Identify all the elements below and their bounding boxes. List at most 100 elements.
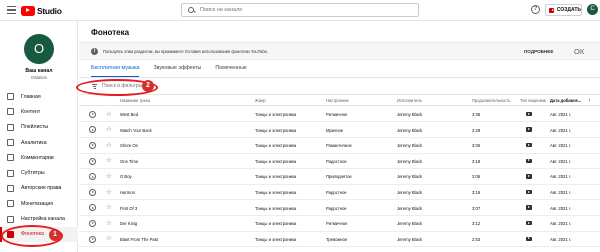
- play-icon[interactable]: [89, 188, 96, 196]
- play-icon[interactable]: [89, 141, 96, 149]
- sidebar-item-label: Субтитры: [21, 170, 45, 177]
- star-icon[interactable]: ☆: [106, 173, 112, 180]
- sidebar-item-label: Монетизация: [21, 200, 54, 207]
- logo-text: Studio: [37, 5, 62, 16]
- play-icon[interactable]: [89, 204, 96, 212]
- cell-mood: Радостное: [326, 190, 347, 195]
- search-input[interactable]: [200, 7, 400, 13]
- cell-artist: Jeremy Black: [397, 221, 423, 227]
- create-button-label: СОЗДАТЬ: [556, 7, 581, 13]
- hamburger-menu-icon[interactable]: [7, 6, 16, 14]
- star-icon[interactable]: ☆: [106, 235, 112, 242]
- content-icon: [7, 108, 14, 116]
- create-button[interactable]: СОЗДАТЬ: [545, 4, 582, 16]
- cell-mood: Мрачное: [326, 127, 344, 133]
- sort-down-icon[interactable]: ↓: [588, 97, 591, 103]
- table-row[interactable]: ☆ One Time Танцы и электроника Радостное Jer…: [79, 154, 600, 170]
- channel-avatar[interactable]: O: [24, 34, 54, 64]
- cell-name: Watch Your Back: [120, 127, 152, 133]
- star-icon[interactable]: ☆: [106, 220, 112, 227]
- help-icon[interactable]: ?: [531, 5, 540, 14]
- play-icon[interactable]: [89, 126, 96, 134]
- tab-1[interactable]: Звуковые эффекты: [153, 65, 201, 77]
- sidebar-item-dashboard[interactable]: Главная: [0, 89, 78, 104]
- star-icon[interactable]: ☆: [106, 142, 112, 149]
- sidebar-item-content[interactable]: Контент: [0, 104, 78, 119]
- youtube-license-icon: [526, 189, 532, 195]
- table-row[interactable]: ☆ First Of 3 Танцы и электроника Радостное J…: [79, 201, 600, 216]
- table-row[interactable]: ☆ Shore On Танцы и электроника Романтичное J…: [79, 138, 600, 154]
- cell-genre: Танцы и электроника: [255, 143, 297, 149]
- close-notice-button[interactable]: ОК: [574, 47, 584, 56]
- star-icon[interactable]: ☆: [106, 157, 112, 164]
- header-date-added[interactable]: Дата добавле...: [550, 98, 581, 103]
- channel-search[interactable]: [181, 3, 419, 17]
- search-icon[interactable]: [188, 6, 195, 14]
- cell-date: Авг. 2021 г.: [550, 158, 572, 164]
- cell-name: West Bed: [120, 112, 139, 117]
- header-license[interactable]: Тип лицензии: [520, 98, 546, 103]
- cell-duration: 3:06: [472, 174, 481, 180]
- play-icon[interactable]: [89, 157, 96, 165]
- cell-duration: 2:53: [472, 236, 481, 242]
- header-artist[interactable]: Исполнитель: [397, 98, 422, 103]
- table-row[interactable]: ☆ Watch Your Back Танцы и электроника Мрачн…: [79, 123, 600, 138]
- star-icon[interactable]: ☆: [106, 204, 112, 211]
- main-content: Фонотека i Пользуясь этим разделом, вы п…: [79, 21, 600, 252]
- sidebar-item-copyright[interactable]: Авторские права: [0, 181, 78, 196]
- header-track-name[interactable]: Название трека: [120, 98, 150, 103]
- table-row[interactable]: ☆ Der Kinig Танцы и электроника Ритмичное Je…: [79, 216, 600, 232]
- sidebar-item-label: Авторские права: [21, 185, 62, 192]
- studio-logo[interactable]: Studio: [21, 5, 62, 16]
- cell-genre: Танцы и электроника: [255, 158, 297, 164]
- star-icon[interactable]: ☆: [106, 126, 112, 133]
- sidebar-item-monetization[interactable]: Монетизация: [0, 196, 78, 211]
- sidebar-item-subtitles[interactable]: Субтитры: [0, 165, 78, 180]
- header-genre[interactable]: Жанр: [255, 98, 266, 103]
- youtube-license-icon: [526, 220, 532, 226]
- sidebar-item-label: Плейлисты: [21, 124, 49, 131]
- cell-date: Авг. 2021 г.: [550, 236, 572, 242]
- tab-0[interactable]: Бесплатная музыка: [91, 65, 140, 77]
- table-row[interactable]: ☆ Harmon Танцы и электроника Радостное Jerem…: [79, 185, 600, 201]
- sidebar-item-playlists[interactable]: Плейлисты: [0, 120, 78, 135]
- cell-mood: Ритмичное: [326, 112, 348, 117]
- cell-date: Авг. 2021 г.: [550, 127, 572, 133]
- monetization-icon: [7, 200, 14, 208]
- sidebar-item-label: Настройка канала: [21, 216, 65, 223]
- header-mood[interactable]: Настроение: [326, 98, 349, 103]
- cell-name: Shore On: [120, 143, 138, 149]
- dashboard-icon: [7, 93, 14, 101]
- table-row[interactable]: ☆ O Boy Танцы и электроника Приподнятое Jere…: [79, 169, 600, 185]
- play-icon[interactable]: [89, 219, 96, 227]
- table-row[interactable]: ☆ West Bed Танцы и электроника Ритмичное Jer…: [79, 107, 600, 123]
- notice-text: Пользуясь этим разделом, вы принимаете У…: [103, 49, 269, 54]
- video-camera-icon: [549, 7, 554, 13]
- cell-genre: Танцы и электроника: [255, 112, 297, 117]
- cell-artist: Jeremy Black: [397, 127, 423, 133]
- subtitles-icon: [7, 169, 14, 177]
- learn-more-link[interactable]: ПОДРОБНЕЕ: [524, 49, 553, 54]
- header-duration[interactable]: Продолжительность: [472, 98, 510, 103]
- cell-date: Авг. 2021 г.: [550, 143, 572, 149]
- youtube-license-icon: [526, 174, 532, 179]
- sidebar-item-analytics[interactable]: Аналитика: [0, 135, 78, 150]
- tab-2[interactable]: Помеченные: [215, 65, 246, 77]
- account-avatar[interactable]: C: [587, 4, 598, 15]
- play-icon[interactable]: [89, 235, 96, 243]
- cell-mood: Радостное: [326, 205, 347, 211]
- cell-duration: 3:19: [472, 190, 481, 195]
- sidebar-item-label: Главная: [21, 93, 41, 100]
- table-header: Название трека Жанр Настроение Исполните…: [79, 95, 600, 106]
- play-icon[interactable]: [89, 110, 96, 118]
- youtube-license-icon: [526, 158, 532, 164]
- cell-date: Авг. 2021 г.: [550, 190, 572, 195]
- star-icon[interactable]: ☆: [106, 111, 112, 118]
- cell-genre: Танцы и электроника: [255, 236, 297, 242]
- cell-mood: Ритмичное: [326, 221, 348, 227]
- table-row[interactable]: ☆ Blast From The Past Танцы и электроника Т…: [79, 232, 600, 248]
- sidebar-item-comments[interactable]: Комментарии: [0, 150, 78, 165]
- play-icon[interactable]: [89, 173, 96, 181]
- star-icon[interactable]: ☆: [106, 189, 112, 196]
- annotation-marker-1: 1: [49, 229, 61, 241]
